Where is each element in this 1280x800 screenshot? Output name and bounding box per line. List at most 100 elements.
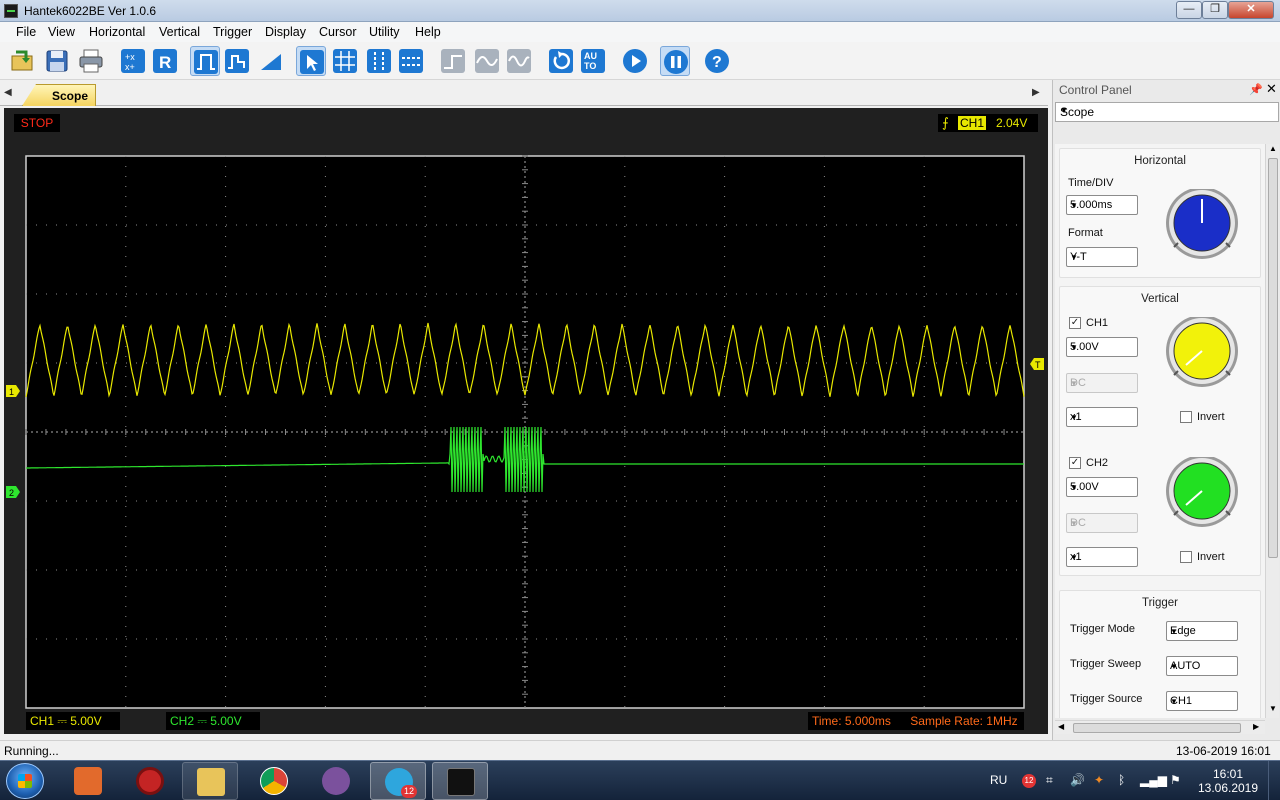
tab-scope-label: Scope	[52, 89, 89, 103]
svg-text:+x: +x	[125, 52, 135, 62]
ch1-volts-knob[interactable]	[1164, 317, 1240, 389]
menu-view[interactable]: View	[48, 25, 75, 39]
ch1-enable-checkbox[interactable]: ✓	[1069, 317, 1081, 329]
auto-icon[interactable]: AU TO	[578, 46, 608, 76]
ch2-volts-knob[interactable]	[1164, 457, 1240, 529]
show-desktop-button[interactable]	[1268, 761, 1280, 800]
time-div-label: Time/DIV	[1068, 177, 1114, 189]
close-button[interactable]: ✕	[1228, 1, 1274, 19]
pause-icon[interactable]	[660, 46, 690, 76]
security-app-taskbar-button[interactable]	[122, 762, 178, 800]
waveform-screen[interactable]: 1 2 T	[4, 154, 1048, 710]
maximize-button[interactable]: ❐	[1202, 1, 1228, 19]
square-wave-icon[interactable]	[190, 46, 220, 76]
menu-utility[interactable]: Utility	[369, 25, 400, 39]
format-label: Format	[1068, 227, 1103, 239]
ch2-scale-readout: CH2 ⎓ 5.00V	[166, 712, 260, 730]
chevron-down-icon: ▼	[1070, 483, 1078, 492]
volume-icon[interactable]: 🔊	[1070, 773, 1085, 787]
language-indicator[interactable]: RU	[990, 773, 1007, 787]
tray-notification-badge[interactable]: 12	[1022, 774, 1036, 788]
pulse-icon[interactable]	[222, 46, 252, 76]
help-icon[interactable]: ?	[702, 46, 732, 76]
control-panel: Control Panel 📌 ✕ Scope ▼ Horizontal Tim…	[1052, 80, 1280, 740]
tab-scroll-left-icon[interactable]: ◀	[4, 87, 12, 98]
avast-icon[interactable]: ✦	[1094, 773, 1104, 787]
sine-icon[interactable]	[472, 46, 502, 76]
control-panel-vertical-scrollbar[interactable]: ▲ ▼	[1265, 144, 1279, 718]
ramp-icon[interactable]	[256, 46, 286, 76]
horizontal-cursor-icon[interactable]	[396, 46, 426, 76]
minimize-button[interactable]: —	[1176, 1, 1202, 19]
menu-trigger[interactable]: Trigger	[213, 25, 252, 39]
folder-icon	[197, 768, 225, 796]
chrome-taskbar-button[interactable]	[246, 762, 302, 800]
toolbar: +x x+ R AU TO ?	[0, 42, 1280, 80]
menu-horizontal[interactable]: Horizontal	[89, 25, 145, 39]
network-monitor-icon[interactable]: ⌗	[1046, 773, 1053, 788]
flag-icon[interactable]: ⚑	[1170, 773, 1181, 787]
menu-vertical[interactable]: Vertical	[159, 25, 200, 39]
menu-file[interactable]: File	[16, 25, 36, 39]
control-panel-horizontal-scrollbar[interactable]: ◀ ▶	[1055, 720, 1265, 734]
hantek-taskbar-button[interactable]	[432, 762, 488, 800]
print-icon[interactable]	[76, 46, 106, 76]
scroll-down-icon[interactable]: ▼	[1269, 704, 1277, 713]
telegram-taskbar-button[interactable]: 12	[370, 762, 426, 800]
chevron-down-icon: ▼	[1170, 697, 1178, 706]
trigger-sweep-select[interactable]: AUTO ▼	[1166, 656, 1238, 676]
sample-rate-readout: Sample Rate: 1MHz	[910, 714, 1018, 728]
ch2-invert-checkbox[interactable]	[1180, 551, 1192, 563]
scope-display: STOP ⨍ CH1 2.04V 1 2 T CH1 ⎓ 5.00V CH2 ⎓…	[4, 108, 1048, 734]
horizontal-scroll-thumb[interactable]	[1073, 723, 1241, 733]
start-button[interactable]	[6, 763, 44, 799]
refresh-icon[interactable]	[546, 46, 576, 76]
ch1-invert-checkbox[interactable]	[1180, 411, 1192, 423]
menu-display[interactable]: Display	[265, 25, 306, 39]
ch1-probe-select[interactable]: x1 ▼	[1066, 407, 1138, 427]
pin-icon[interactable]: 📌	[1249, 83, 1263, 96]
open-icon[interactable]	[8, 46, 38, 76]
chevron-down-icon: ▼	[1060, 106, 1068, 115]
reset-icon[interactable]: R	[150, 46, 180, 76]
scroll-up-icon[interactable]: ▲	[1269, 144, 1277, 153]
ch2-volts-select[interactable]: 5.00V ▼	[1066, 477, 1138, 497]
timebase-knob[interactable]	[1164, 189, 1240, 261]
panel-mode-select[interactable]: Scope ▼	[1055, 102, 1279, 122]
signal-icon[interactable]: ▂▄▆	[1140, 773, 1167, 787]
format-select[interactable]: Y-T ▼	[1066, 247, 1138, 267]
wave-icon[interactable]	[504, 46, 534, 76]
svg-text:2: 2	[9, 488, 14, 498]
media-player-taskbar-button[interactable]	[60, 762, 116, 800]
menu-help[interactable]: Help	[415, 25, 441, 39]
run-icon[interactable]	[620, 46, 650, 76]
svg-text:TO: TO	[584, 61, 596, 71]
ch1-volts-select[interactable]: 5.00V ▼	[1066, 337, 1138, 357]
system-clock[interactable]: 16:01 13.06.2019	[1196, 767, 1260, 795]
grid-icon[interactable]	[330, 46, 360, 76]
save-icon[interactable]	[42, 46, 72, 76]
ch2-probe-select[interactable]: x1 ▼	[1066, 547, 1138, 567]
bluetooth-icon[interactable]: ᛒ	[1118, 773, 1125, 787]
explorer-taskbar-button[interactable]	[182, 762, 238, 800]
window-title: Hantek6022BE Ver 1.0.6	[24, 4, 157, 18]
tab-scroll-right-icon[interactable]: ▶	[1032, 87, 1040, 98]
ch1-coupling-select[interactable]: DC ▼	[1066, 373, 1138, 393]
scroll-left-icon[interactable]: ◀	[1058, 722, 1064, 731]
viber-taskbar-button[interactable]	[308, 762, 364, 800]
chevron-down-icon: ▼	[1070, 553, 1078, 562]
time-div-select[interactable]: 5.000ms ▼	[1066, 195, 1138, 215]
auto-set-icon[interactable]: +x x+	[118, 46, 148, 76]
step-icon[interactable]	[438, 46, 468, 76]
scroll-right-icon[interactable]: ▶	[1253, 722, 1259, 731]
cursor-select-icon[interactable]	[296, 46, 326, 76]
ch2-enable-checkbox[interactable]: ✓	[1069, 457, 1081, 469]
tab-scope[interactable]: Scope	[22, 84, 96, 106]
trigger-source-select[interactable]: CH1 ▼	[1166, 691, 1238, 711]
menu-cursor[interactable]: Cursor	[319, 25, 357, 39]
control-panel-close-icon[interactable]: ✕	[1266, 81, 1277, 97]
vertical-cursor-icon[interactable]	[364, 46, 394, 76]
trigger-mode-select[interactable]: Edge ▼	[1166, 621, 1238, 641]
ch2-coupling-select[interactable]: DC ▼	[1066, 513, 1138, 533]
vertical-scroll-thumb[interactable]	[1268, 158, 1278, 558]
